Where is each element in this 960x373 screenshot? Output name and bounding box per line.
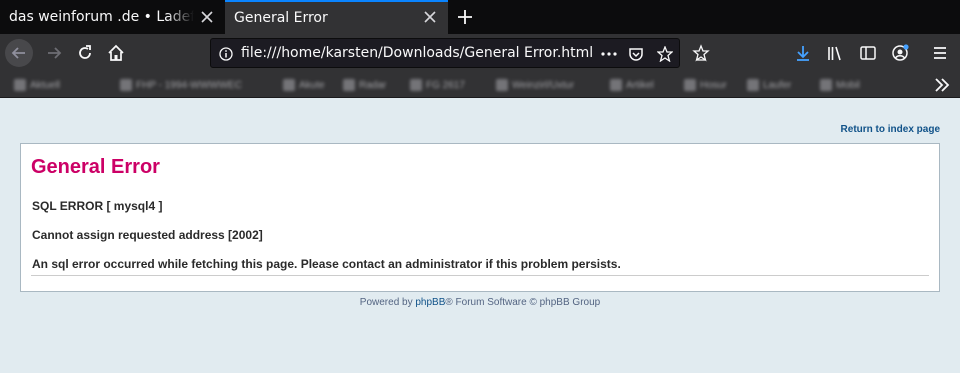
bookmark-item[interactable]: FHP - 1994-WWWWEC xyxy=(120,78,242,92)
bookmark-item[interactable]: Akute xyxy=(283,78,325,92)
sql-error-line: SQL ERROR [ mysql4 ] xyxy=(32,199,163,213)
footer-credits: Powered by phpBB® Forum Software © phpBB… xyxy=(0,297,960,308)
info-icon[interactable] xyxy=(217,45,235,63)
favicon-icon xyxy=(410,79,422,91)
page-actions-icon[interactable] xyxy=(600,45,618,63)
footer-suffix: ® Forum Software © phpBB Group xyxy=(445,297,601,308)
return-to-index-link[interactable]: Return to index page xyxy=(841,124,940,135)
sidebar-icon xyxy=(860,46,876,60)
error-panel: General Error SQL ERROR [ mysql4 ] Canno… xyxy=(20,143,940,292)
tab-title: General Error xyxy=(234,10,328,26)
folder-icon xyxy=(820,79,832,91)
arrow-right-icon xyxy=(48,47,62,59)
plus-icon xyxy=(458,10,472,24)
folder-icon xyxy=(610,79,622,91)
chevron-double-right-icon[interactable] xyxy=(932,76,952,94)
page-title: General Error xyxy=(31,156,160,178)
home-button[interactable] xyxy=(102,39,130,67)
arrow-left-icon xyxy=(11,47,25,59)
tab-general-error[interactable]: General Error xyxy=(225,0,448,34)
download-icon xyxy=(797,46,809,61)
folder-icon xyxy=(343,79,355,91)
back-button[interactable] xyxy=(5,39,33,67)
tab-title: das weinforum .de • Ladefehler xyxy=(9,9,194,25)
footer-prefix: Powered by xyxy=(359,297,416,308)
library-icon xyxy=(828,46,841,61)
star-list-icon xyxy=(692,44,710,62)
folder-icon xyxy=(684,79,696,91)
sidebar-button[interactable] xyxy=(854,39,882,67)
forward-button[interactable] xyxy=(40,39,68,67)
bookmark-item[interactable]: Laufer xyxy=(747,78,791,92)
bookmarks-toolbar: Aktuell FHP - 1994-WWWWEC Akute Radar FG… xyxy=(0,72,960,98)
library-button[interactable] xyxy=(821,39,849,67)
favicon-icon xyxy=(496,79,508,91)
tab-strip: das weinforum .de • Ladefehler General E… xyxy=(0,0,960,34)
account-button[interactable] xyxy=(886,39,914,67)
home-icon xyxy=(108,44,124,61)
favicon-icon xyxy=(14,79,26,91)
folder-icon xyxy=(747,79,759,91)
account-icon xyxy=(892,44,909,61)
reload-button[interactable] xyxy=(71,39,99,67)
bookmark-star-icon[interactable] xyxy=(656,45,674,63)
folder-icon xyxy=(283,79,295,91)
bookmark-item[interactable]: Artikel xyxy=(610,78,654,92)
bookmark-item[interactable]: Mobil xyxy=(820,78,860,92)
divider xyxy=(31,275,929,276)
url-text[interactable]: file:///home/karsten/Downloads/General E… xyxy=(241,45,593,61)
error-detail-line: Cannot assign requested address [2002] xyxy=(32,228,263,242)
hamburger-menu-icon xyxy=(934,47,946,59)
favicon-icon xyxy=(120,79,132,91)
error-message-line: An sql error occurred while fetching thi… xyxy=(32,257,621,271)
downloads-button[interactable] xyxy=(789,39,817,67)
menu-button[interactable] xyxy=(926,39,954,67)
tab-weinforum[interactable]: das weinforum .de • Ladefehler xyxy=(0,0,225,34)
close-icon[interactable] xyxy=(422,9,438,25)
pocket-icon[interactable] xyxy=(627,45,645,63)
bookmark-item[interactable]: Aktuell xyxy=(14,78,60,92)
reload-icon xyxy=(79,45,91,59)
new-tab-button[interactable] xyxy=(448,0,482,34)
navigation-toolbar: file:///home/karsten/Downloads/General E… xyxy=(0,34,960,72)
close-icon[interactable] xyxy=(199,9,215,25)
address-bar[interactable]: file:///home/karsten/Downloads/General E… xyxy=(210,38,680,68)
bookmark-item[interactable]: Hosur xyxy=(684,78,727,92)
reading-list-button[interactable] xyxy=(687,39,715,67)
bookmark-item[interactable]: FG 2617 xyxy=(410,78,465,92)
page-content: Return to index page General Error SQL E… xyxy=(0,99,960,373)
bookmark-item[interactable]: Weinzirl/Uxtur xyxy=(496,78,574,92)
phpbb-link[interactable]: phpBB xyxy=(415,297,445,308)
bookmark-item[interactable]: Radar xyxy=(343,78,386,92)
